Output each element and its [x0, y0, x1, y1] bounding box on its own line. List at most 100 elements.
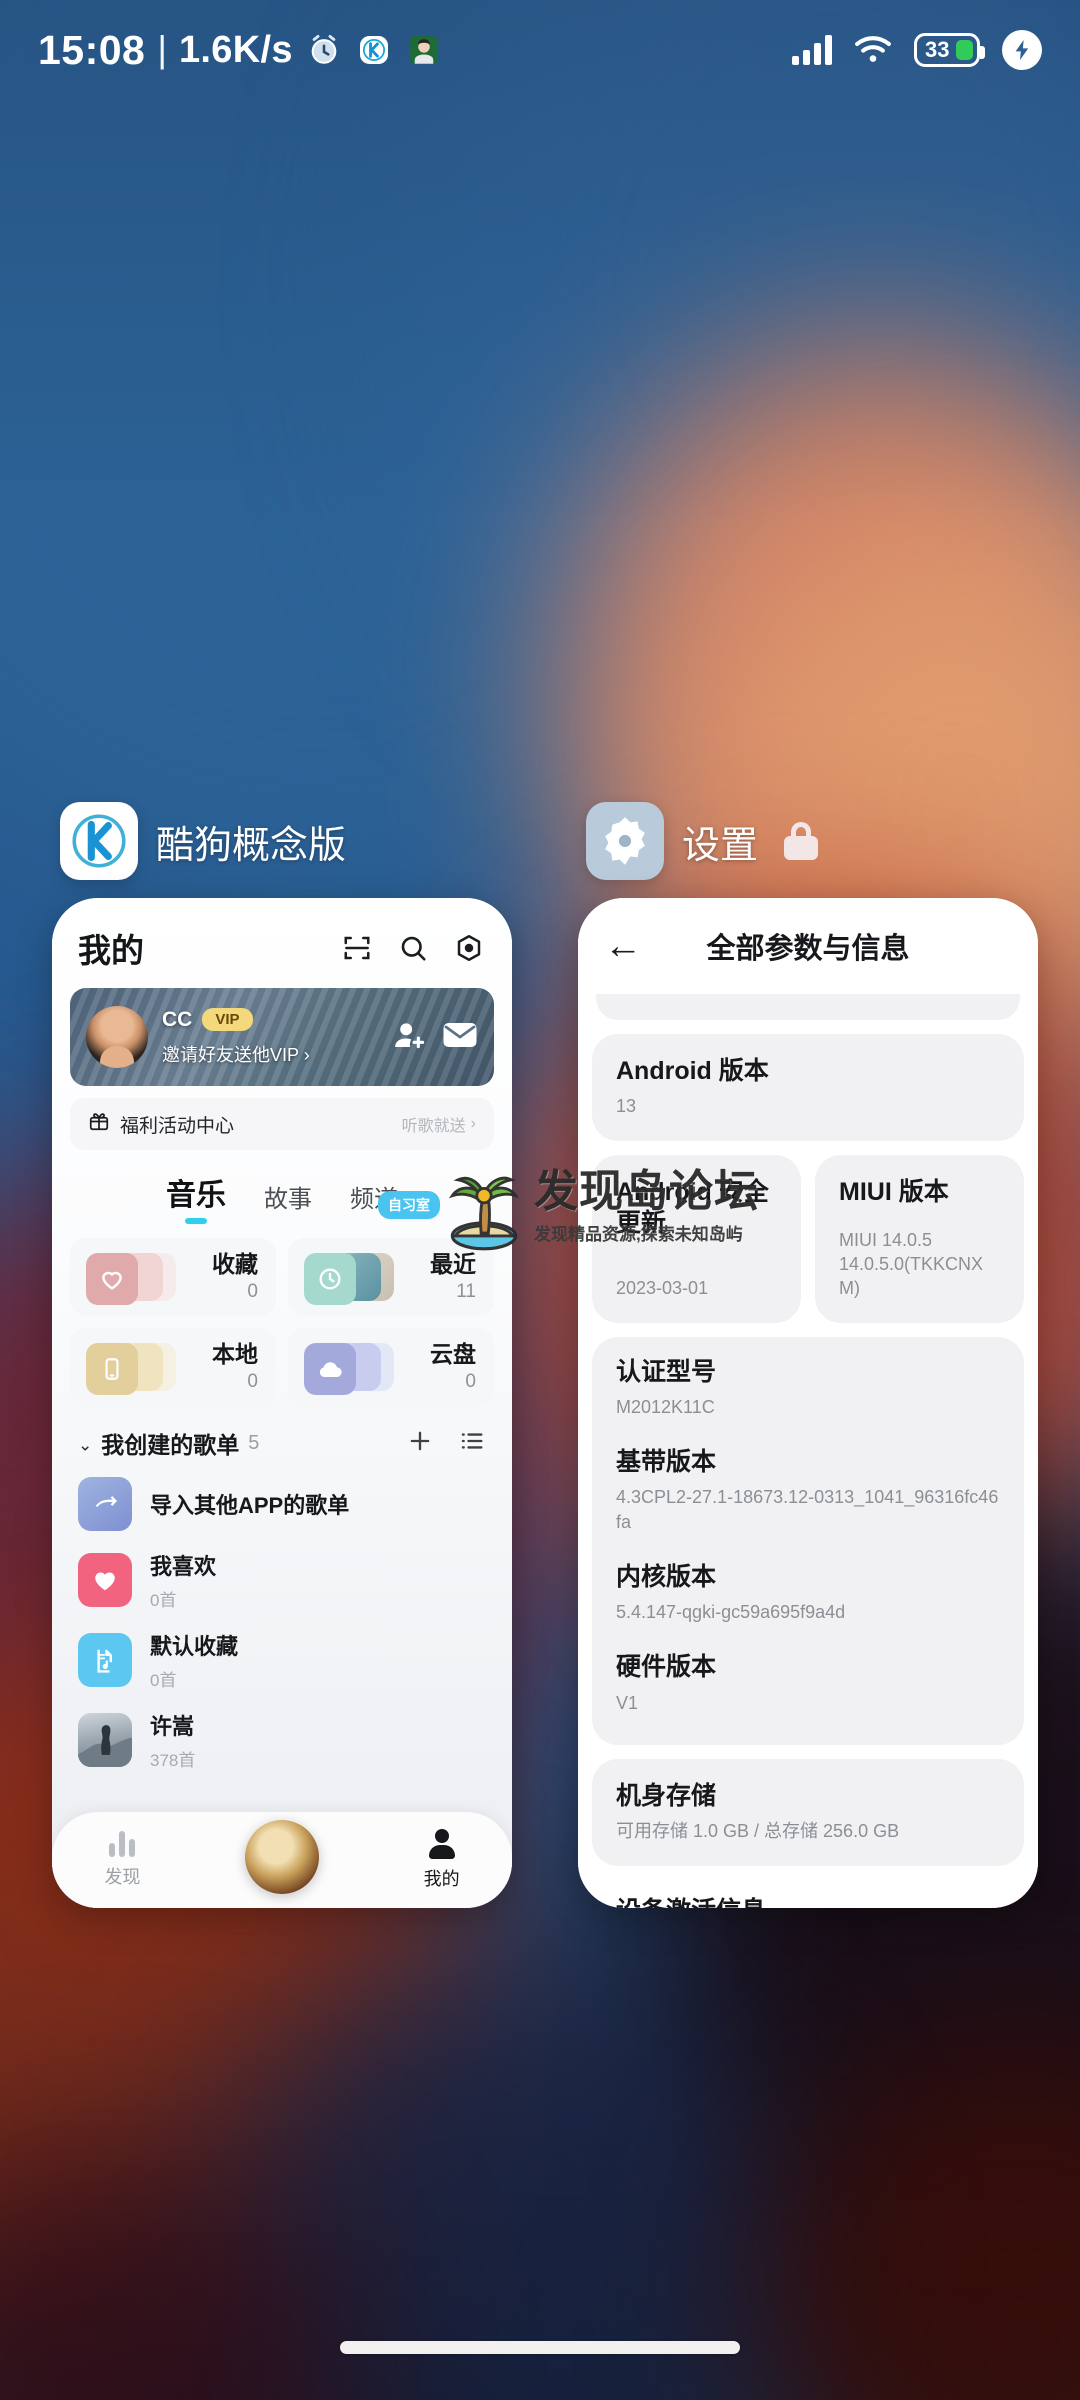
security-patch-label: Android 安全更新: [616, 1177, 769, 1237]
task-header-settings: 设置: [578, 802, 1038, 880]
android-version-value: 13: [616, 1096, 637, 1117]
avatar[interactable]: [86, 1006, 148, 1068]
tab-channel[interactable]: 频道 自习室: [350, 1179, 440, 1224]
tile-icon-stack: [300, 1339, 410, 1395]
activation-label: 设备激活信息: [616, 1896, 766, 1908]
kugou-app-icon: [60, 802, 138, 880]
tile-recent[interactable]: 最近 11: [288, 1238, 494, 1316]
equalizer-icon: [109, 1831, 136, 1857]
list-item[interactable]: 我喜欢 0首: [78, 1540, 486, 1620]
tile-label: 收藏: [212, 1250, 258, 1277]
list-item[interactable]: 许嵩 378首: [78, 1700, 486, 1780]
heart-filled-icon: [78, 1553, 132, 1607]
contact-notification-icon: [405, 31, 443, 69]
settings-app-preview[interactable]: ← 全部参数与信息 Android 版本 13 Android 安全更新 202…: [578, 898, 1038, 1908]
welfare-label: 福利活动中心: [120, 1115, 235, 1137]
kugou-bottom-nav: 发现 我的: [52, 1812, 512, 1908]
add-friend-icon[interactable]: [392, 1018, 426, 1057]
list-item[interactable]: 导入其他APP的歌单: [78, 1468, 486, 1540]
list-item-subtitle: 0首: [150, 1591, 177, 1610]
task-app-name: 酷狗概念版: [156, 824, 347, 867]
playlist-section-count: 5: [248, 1431, 260, 1454]
activation-info-row[interactable]: 设备激活信息 ›: [592, 1874, 1024, 1908]
playlist-list: 导入其他APP的歌单 我喜欢 0首 默认收藏 0首 许嵩 378首: [52, 1468, 512, 1780]
baseband-row[interactable]: 基带版本 4.3CPL2-27.1-18673.12-0313_1041_963…: [616, 1433, 1000, 1548]
battery-percent: 33: [925, 37, 950, 62]
scan-icon[interactable]: [340, 931, 374, 965]
tile-icon-stack: [300, 1249, 410, 1305]
tile-cloud[interactable]: 云盘 0: [288, 1328, 494, 1406]
nav-mine[interactable]: 我的: [424, 1829, 460, 1891]
kugou-profile-card[interactable]: CC VIP 邀请好友送他VIP ›: [70, 988, 494, 1086]
cloud-icon: [304, 1343, 356, 1395]
kugou-notification-icon: [355, 31, 393, 69]
gift-icon: [88, 1110, 110, 1138]
tab-story[interactable]: 故事: [264, 1179, 312, 1224]
chevron-up-icon[interactable]: ⌃: [78, 1434, 92, 1453]
tile-label: 本地: [212, 1340, 258, 1367]
list-item-subtitle: 378首: [150, 1751, 196, 1770]
settings-icon[interactable]: [452, 931, 486, 965]
invite-friends-link[interactable]: 邀请好友送他VIP ›: [162, 1041, 392, 1067]
device-info-group: 认证型号 M2012K11C 基带版本 4.3CPL2-27.1-18673.1…: [592, 1336, 1024, 1746]
security-patch-value: 2023-03-01: [616, 1278, 709, 1299]
storage-value: 可用存储 1.0 GB / 总存储 256.0 GB: [616, 1821, 900, 1842]
task-app-name: 设置: [682, 824, 759, 867]
tile-count: 11: [456, 1281, 476, 1303]
baseband-value: 4.3CPL2-27.1-18673.12-0313_1041_96316fc4…: [616, 1487, 999, 1532]
kernel-value: 5.4.147-qgki-gc59a695f9a4d: [616, 1602, 846, 1623]
kernel-label: 内核版本: [616, 1562, 717, 1591]
kugou-quick-tiles: 收藏 0 最近 11 本地 0 云盘 0: [52, 1230, 512, 1406]
battery-indicator: 33: [914, 33, 985, 67]
list-item-title: 导入其他APP的歌单: [150, 1493, 350, 1518]
hardware-row[interactable]: 硬件版本 V1: [616, 1638, 1000, 1729]
cert-model-row[interactable]: 认证型号 M2012K11C: [616, 1343, 1000, 1434]
welfare-center-row[interactable]: 福利活动中心 听歌就送 ›: [70, 1098, 494, 1150]
phone-icon: [86, 1343, 138, 1395]
task-card-settings[interactable]: 设置 ← 全部参数与信息 Android 版本 13 Android 安全更新 …: [578, 802, 1038, 1908]
nav-label: 我的: [423, 1869, 460, 1889]
nav-discover[interactable]: 发现: [104, 1831, 140, 1889]
lock-icon: [784, 822, 819, 860]
back-arrow-icon[interactable]: ←: [604, 927, 654, 965]
search-icon[interactable]: [396, 931, 430, 965]
tile-count: 0: [465, 1371, 476, 1393]
welfare-arrow: ›: [470, 1115, 476, 1132]
android-version-label: Android 版本: [616, 1057, 769, 1085]
task-card-kugou[interactable]: 酷狗概念版 我的 CC VIP 邀请好友送他VIP › 福利活动中心 听歌就送 …: [52, 802, 512, 1908]
tile-favorites[interactable]: 收藏 0: [70, 1238, 276, 1316]
vip-badge: VIP: [202, 1008, 253, 1031]
kugou-app-preview[interactable]: 我的 CC VIP 邀请好友送他VIP › 福利活动中心 听歌就送 › 音乐 故…: [52, 898, 512, 1908]
tab-music[interactable]: 音乐: [166, 1170, 226, 1224]
list-item[interactable]: 默认收藏 0首: [78, 1620, 486, 1700]
clock-icon: [304, 1253, 356, 1305]
album-cover-icon: [78, 1713, 132, 1767]
status-clock: 15:08: [38, 26, 146, 73]
cert-model-label: 认证型号: [616, 1357, 717, 1386]
android-version-card[interactable]: Android 版本 13: [592, 1034, 1024, 1141]
mail-icon[interactable]: [442, 1020, 478, 1055]
task-header-kugou: 酷狗概念版: [52, 802, 512, 880]
miui-version-card[interactable]: MIUI 版本 MIUI 14.0.5 14.0.5.0(TKKCNXM): [815, 1154, 1024, 1323]
album-art-icon[interactable]: [244, 1820, 319, 1894]
miui-version-label: MIUI 版本: [839, 1177, 949, 1206]
cert-model-value: M2012K11C: [616, 1396, 715, 1417]
home-indicator-bar[interactable]: [340, 2341, 740, 2354]
kugou-tab-bar: 音乐 故事 频道 自习室: [52, 1150, 512, 1230]
list-manage-icon[interactable]: [458, 1427, 486, 1460]
hardware-label: 硬件版本: [616, 1653, 717, 1682]
welfare-hint: 听歌就送: [401, 1118, 466, 1135]
hardware-value: V1: [616, 1692, 639, 1713]
profile-actions: [392, 1018, 478, 1057]
scrolled-card-peek: [596, 994, 1020, 1020]
tile-local[interactable]: 本地 0: [70, 1328, 276, 1406]
kernel-row[interactable]: 内核版本 5.4.147-qgki-gc59a695f9a4d: [616, 1548, 1000, 1639]
username: CC: [162, 1007, 193, 1031]
baseband-label: 基带版本: [616, 1448, 717, 1477]
plus-icon[interactable]: [406, 1427, 434, 1460]
storage-card[interactable]: 机身存储 可用存储 1.0 GB / 总存储 256.0 GB: [592, 1759, 1024, 1866]
status-separator: |: [157, 29, 167, 70]
chevron-right-icon: ›: [991, 1896, 1000, 1908]
security-patch-card[interactable]: Android 安全更新 2023-03-01: [592, 1154, 801, 1323]
settings-gear-icon: [586, 802, 664, 880]
